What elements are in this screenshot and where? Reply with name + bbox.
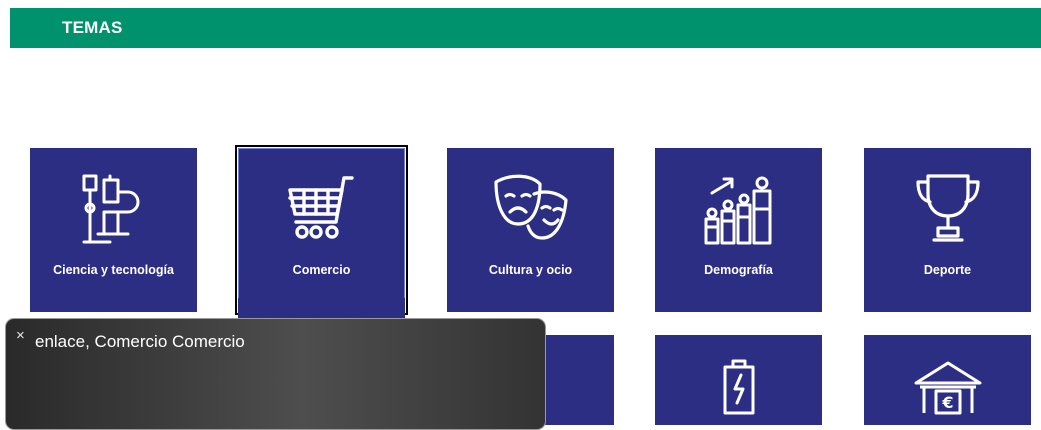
- screen-reader-caption: × enlace, Comercio Comercio: [5, 318, 546, 430]
- tile-label: Comercio: [292, 263, 351, 277]
- bank-euro-icon: €: [864, 357, 1031, 417]
- close-icon[interactable]: ×: [16, 327, 25, 344]
- caption-text: enlace, Comercio Comercio: [35, 332, 245, 351]
- population-chart-icon: [655, 170, 822, 246]
- battery-icon: [655, 357, 822, 417]
- section-title: TEMAS: [62, 18, 123, 37]
- header-bar: TEMAS: [10, 8, 1041, 48]
- tile-comercio[interactable]: Comercio: [235, 145, 408, 315]
- tile-deporte[interactable]: Deporte: [864, 148, 1031, 312]
- tile-label: Ciencia y tecnología: [53, 263, 174, 277]
- tile-label: Deporte: [923, 263, 972, 277]
- theater-masks-icon: [447, 170, 614, 246]
- tile-ciencia-y-tecnologia[interactable]: Ciencia y tecnología: [30, 148, 197, 312]
- tile-row2-5[interactable]: €: [864, 335, 1031, 425]
- trophy-icon: [864, 170, 1031, 246]
- tile-demografia[interactable]: Demografía: [655, 148, 822, 312]
- tile-row2-4[interactable]: [655, 335, 822, 425]
- svg-text:€: €: [941, 393, 953, 412]
- tile-label: Cultura y ocio: [488, 263, 573, 277]
- shopping-cart-icon: [238, 170, 405, 246]
- tile-label: Demografía: [704, 263, 773, 277]
- tile-cultura-y-ocio[interactable]: Cultura y ocio: [447, 148, 614, 312]
- microscope-icon: [30, 170, 197, 246]
